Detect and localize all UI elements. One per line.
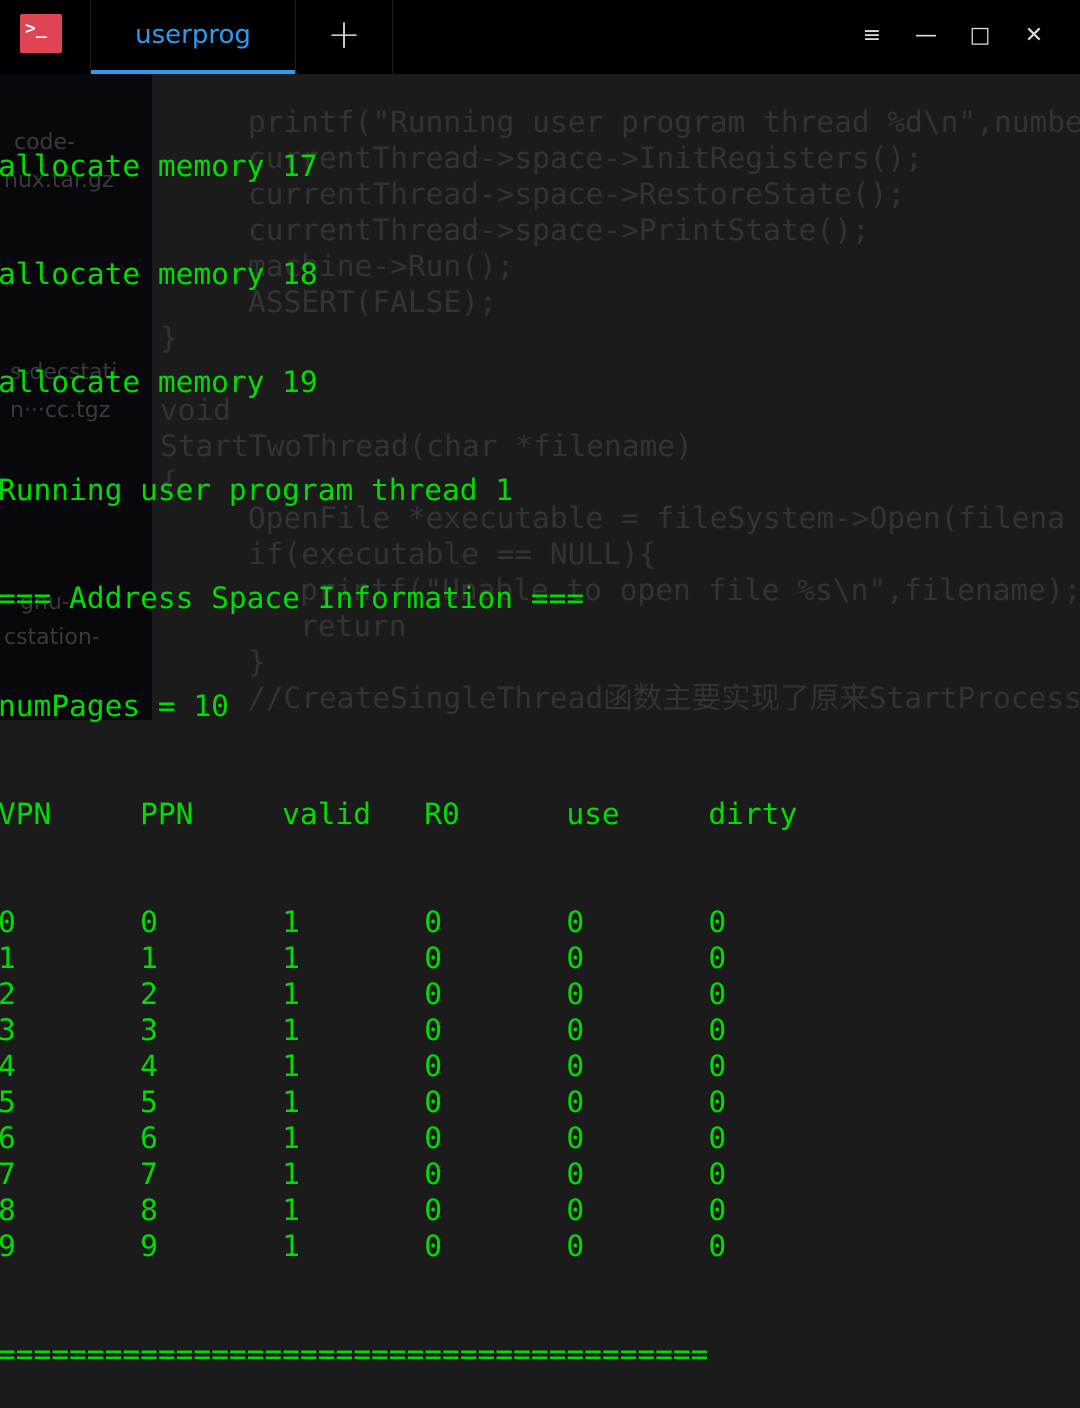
page-table-row: 7 7 1 0 0 0 (0, 1157, 727, 1191)
page-table-row: 4 4 1 0 0 0 (0, 1049, 727, 1083)
page-table-row: 1 1 1 0 0 0 (0, 941, 727, 975)
minimize-button[interactable]: — (908, 18, 944, 54)
active-tab-indicator (91, 70, 295, 74)
title-bar: >_ userprog + ≡ — □ ✕ (0, 0, 1080, 74)
tab-userprog[interactable]: userprog (90, 0, 296, 74)
close-button[interactable]: ✕ (1016, 18, 1052, 54)
terminal-icon[interactable]: >_ (20, 14, 62, 53)
terminal-output[interactable]: allocate memory 17 allocate memory 18 al… (0, 76, 1080, 1408)
terminal-line: allocate memory 19 (0, 365, 318, 399)
terminal-line: Running user program thread 1 (0, 473, 514, 507)
page-table-row: 2 2 1 0 0 0 (0, 977, 727, 1011)
page-table-row: 8 8 1 0 0 0 (0, 1193, 727, 1227)
tab-label: userprog (135, 20, 251, 50)
separator-line: ======================================== (0, 1337, 709, 1371)
new-tab-button[interactable]: + (296, 0, 393, 74)
maximize-button[interactable]: □ (962, 18, 998, 54)
page-table-row: 0 0 1 0 0 0 (0, 905, 727, 939)
terminal-line: allocate memory 17 (0, 149, 318, 183)
terminal-line: allocate memory 18 (0, 257, 318, 291)
page-table-row: 3 3 1 0 0 0 (0, 1013, 727, 1047)
page-table-row: 5 5 1 0 0 0 (0, 1085, 727, 1119)
terminal-line: numPages = 10 (0, 689, 229, 723)
page-table-rows: 0 0 1 0 0 01 1 1 0 0 02 2 1 0 0 03 3 1 0… (0, 904, 1080, 1264)
menu-icon[interactable]: ≡ (854, 18, 890, 54)
page-table-row: 9 9 1 0 0 0 (0, 1229, 727, 1263)
page-table-header: VPN PPN valid R0 use dirty (0, 797, 798, 831)
page-table-row: 6 6 1 0 0 0 (0, 1121, 727, 1155)
terminal-line: === Address Space Information === (0, 581, 585, 615)
